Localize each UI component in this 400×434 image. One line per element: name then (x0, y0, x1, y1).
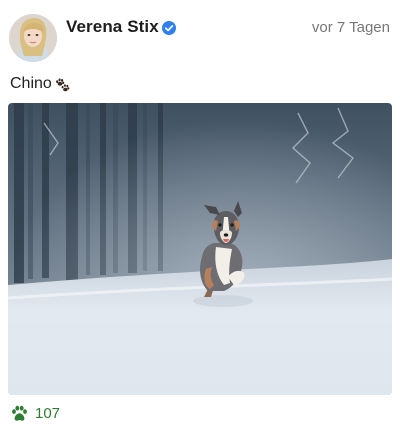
caption-text: Chino (10, 75, 52, 92)
post-caption: Chino (10, 74, 71, 94)
post-photo[interactable] (8, 103, 392, 395)
avatar[interactable] (9, 14, 57, 62)
verified-badge-icon (161, 20, 176, 35)
like-count: 107 (35, 405, 61, 422)
author-name[interactable]: Verena Stix (66, 17, 159, 37)
paw-prints-icon (55, 78, 70, 92)
post-timestamp: vor 7 Tagen (311, 19, 390, 36)
post-footer: 107 (10, 404, 60, 423)
post-header: Verena Stix vor 7 Tagen (0, 0, 400, 70)
avatar-image (9, 14, 57, 62)
author[interactable]: Verena Stix (66, 17, 176, 37)
paw-icon[interactable] (10, 404, 29, 423)
dog-in-snow-image (8, 103, 392, 395)
